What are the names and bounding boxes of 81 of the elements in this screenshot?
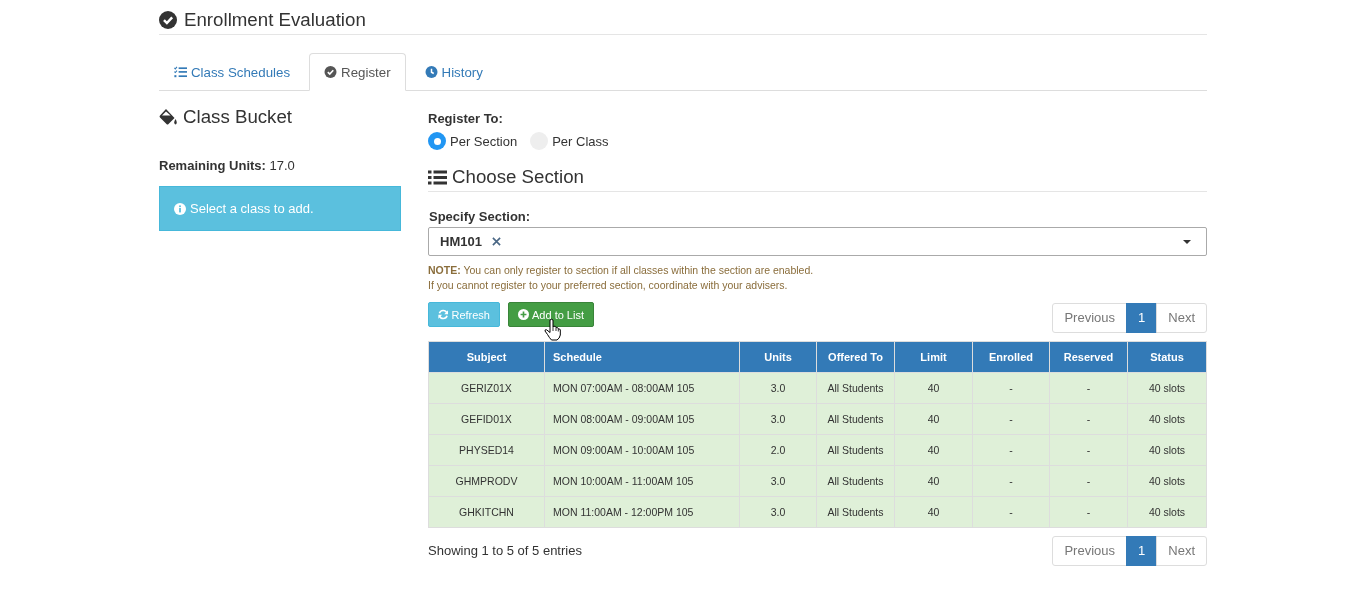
table-cell: All Students — [816, 465, 895, 497]
table-cell: GHKITCHN — [428, 496, 545, 528]
register-label: Register To: — [428, 111, 504, 127]
table-cell: 40 — [894, 465, 973, 497]
table-cell: 40 slots — [1127, 434, 1207, 466]
refresh-icon — [438, 309, 449, 320]
table-cell: 40 slots — [1127, 465, 1207, 497]
table-cell: - — [1049, 465, 1128, 497]
section-title: Class Bucket — [183, 105, 293, 129]
section-select-field[interactable]: HM101 — [428, 227, 1207, 256]
column-header[interactable]: Offered To — [816, 341, 895, 373]
column-header[interactable]: Limit — [894, 341, 973, 373]
clock-icon — [424, 66, 438, 78]
table-cell: 40 — [894, 434, 973, 466]
table-cell: MON 08:00AM - 09:00AM 105 — [544, 403, 740, 435]
radio-label[interactable]: Per Section — [450, 133, 518, 149]
info-icon — [174, 202, 186, 215]
remaining-units: Remaining Units: 17.0 — [159, 158, 296, 174]
table-cell: - — [1049, 372, 1128, 404]
table-cell: 40 slots — [1127, 403, 1207, 435]
table-cell: MON 11:00AM - 12:00PM 105 — [544, 496, 740, 528]
field-label: Specify Section: — [428, 209, 532, 225]
table-cell: GHMPRODV — [428, 465, 545, 497]
table-cell: 3.0 — [739, 465, 817, 497]
tab[interactable]: Register — [309, 53, 406, 91]
radio-label[interactable]: Per Class — [552, 133, 609, 149]
column-header[interactable]: Status — [1127, 341, 1207, 373]
table-cell: MON 09:00AM - 10:00AM 105 — [544, 434, 740, 466]
table-cell: PHYSED14 — [428, 434, 545, 466]
table-cell: MON 10:00AM - 11:00AM 105 — [544, 465, 740, 497]
tab[interactable]: History — [409, 53, 498, 91]
section-title: Choose Section — [452, 165, 584, 189]
table-cell: GEFID01X — [428, 403, 545, 435]
table-cell: 3.0 — [739, 403, 817, 435]
table-cell: - — [972, 403, 1050, 435]
table-cell: 2.0 — [739, 434, 817, 466]
table-cell: All Students — [816, 372, 895, 404]
hand-cursor-icon — [544, 318, 561, 341]
add-button[interactable]: Add to List — [508, 302, 594, 327]
note-text: NOTE: You can only register to section if all classes within the section are enabled. — [428, 263, 815, 278]
table-cell: 40 slots — [1127, 372, 1207, 404]
table-cell: All Students — [816, 403, 895, 435]
table-cell: - — [1049, 403, 1128, 435]
column-header[interactable]: Enrolled — [972, 341, 1050, 373]
page-button[interactable]: 1 — [1126, 536, 1158, 566]
table-cell: All Students — [816, 496, 895, 528]
remove-icon[interactable] — [491, 237, 501, 246]
tab[interactable]: Class Schedules — [159, 53, 306, 91]
table-cell: 40 — [894, 496, 973, 528]
table-cell: GERIZ01X — [428, 372, 545, 404]
table-cell: - — [972, 496, 1050, 528]
table-cell: - — [1049, 496, 1128, 528]
paint-bucket-icon — [159, 108, 177, 126]
note-text: If you cannot register to your preferred section, coordinate with your advisers. — [428, 278, 789, 293]
page-title: Enrollment Evaluation — [184, 8, 366, 32]
column-header[interactable]: Reserved — [1049, 341, 1128, 373]
table-cell: 3.0 — [739, 496, 817, 528]
table-cell: 40 slots — [1127, 496, 1207, 528]
column-header[interactable]: Subject — [428, 341, 545, 373]
table-cell: 3.0 — [739, 372, 817, 404]
table-cell: - — [972, 434, 1050, 466]
alert-text: Select a class to add. — [190, 201, 314, 216]
page-button[interactable]: 1 — [1126, 303, 1158, 333]
table-cell: MON 07:00AM - 08:00AM 105 — [544, 372, 740, 404]
table-cell: - — [1049, 434, 1128, 466]
entries-info: Showing 1 to 5 of 5 entries — [428, 543, 582, 558]
check-circle-icon — [159, 11, 177, 29]
table-cell: - — [972, 465, 1050, 497]
column-header[interactable]: Schedule — [544, 341, 740, 373]
table-cell: 40 — [894, 372, 973, 404]
plus-circle-icon — [518, 309, 529, 320]
selected-section: HM101 — [440, 234, 482, 249]
table-cell: - — [972, 372, 1050, 404]
list-icon — [428, 169, 447, 185]
radio-button[interactable] — [428, 132, 446, 150]
column-header[interactable]: Units — [739, 341, 817, 373]
caret-icon — [1183, 239, 1191, 244]
check-circle-icon — [324, 66, 338, 78]
checklist-icon — [174, 66, 187, 78]
table-cell: 40 — [894, 403, 973, 435]
table-cell: All Students — [816, 434, 895, 466]
